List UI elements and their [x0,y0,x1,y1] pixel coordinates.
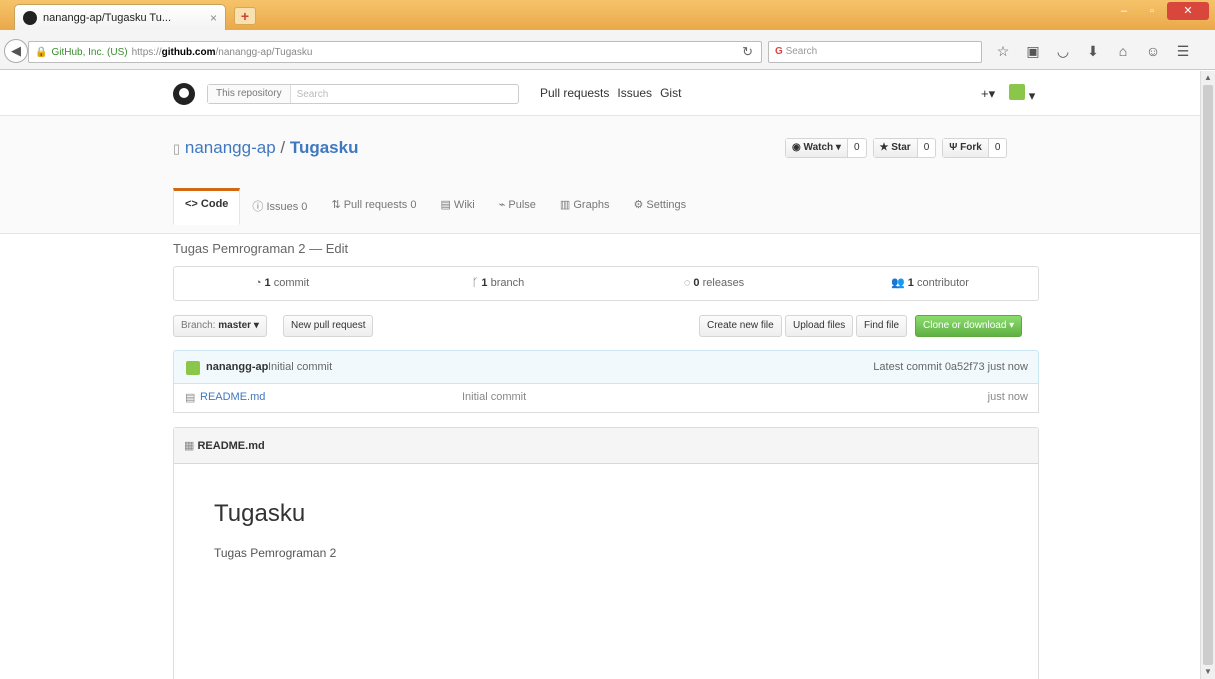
repo-header: ▯ nanangg-ap / Tugasku ◉ Watch ▾ 0 ★ Star… [0,116,1200,234]
create-new-button[interactable]: +▾ [981,86,995,102]
readme-title: Tugasku [214,500,306,527]
address-bar[interactable]: 🔒 GitHub, Inc. (US) https://github.com/n… [28,41,762,63]
file-age: just now [987,391,1028,403]
page-scrollbar[interactable]: ▲ ▼ [1200,71,1215,679]
tab-graphs[interactable]: ▥ Graphs [548,188,622,225]
user-menu: +▾ ▾ [981,84,1035,104]
branches-link[interactable]: ᚴ 1 branch [390,267,606,300]
nav-gist[interactable]: Gist [660,86,681,100]
pocket-icon[interactable]: ◡ [1054,42,1072,60]
minimize-button[interactable]: – [1111,2,1137,20]
repo-icon: ▯ [173,141,181,156]
star-count: 0 [923,142,930,153]
repo-nav: <> Code ⓘ Issues 0 ⇅ Pull requests 0 ▤ W… [173,188,698,225]
scroll-up-icon[interactable]: ▲ [1204,73,1212,82]
github-search-input[interactable]: This repository Search [207,84,519,104]
downloads-icon[interactable]: ⬇ [1084,42,1102,60]
fork-count: 0 [994,142,1001,153]
watch-button[interactable]: ◉ Watch ▾ 0 [785,138,867,158]
branch-icon: ᚴ [471,277,479,289]
clone-download-button[interactable]: Clone or download ▾ [915,315,1023,337]
back-arrow-icon: ◀ [11,43,21,58]
find-file-button[interactable]: Find file [856,315,908,337]
avatar-menu-button[interactable]: ▾ [1009,84,1035,104]
repo-owner-link[interactable]: nanangg-ap [185,138,276,157]
book-icon: ▦ [184,440,195,452]
menu-icon[interactable]: ☰ [1174,42,1192,60]
fork-button[interactable]: Ψ Fork 0 [942,138,1008,158]
numbers-summary: ◔ 1 commit ᚴ 1 branch ◌ 0 releases 👥 1 c… [173,266,1039,301]
tab-pulse[interactable]: ⌁ Pulse [487,188,548,225]
tab-wiki[interactable]: ▤ Wiki [428,188,486,225]
new-pull-request-button[interactable]: New pull request [283,315,374,337]
reload-icon[interactable]: ↻ [742,44,753,60]
repo-actions: ◉ Watch ▾ 0 ★ Star 0 Ψ Fork 0 [785,138,1008,158]
avatar [1009,84,1026,100]
repo-description: Tugas Pemrograman 2 — Edit [173,241,349,256]
lock-icon: 🔒 [35,46,48,58]
nav-pull-requests[interactable]: Pull requests [540,86,609,100]
navigation-toolbar: ◀ 🔒 GitHub, Inc. (US) https://github.com… [0,30,1215,70]
github-favicon-icon [23,10,37,25]
chat-icon[interactable]: ☺ [1144,42,1162,60]
toolbar-icons: ☆ ▣ ◡ ⬇ ⌂ ☺ ☰ [994,42,1192,60]
tab-issues[interactable]: ⓘ Issues 0 [240,188,319,225]
github-logo-icon[interactable] [173,83,195,105]
commit-tease: nanangg-ap Initial commit Latest commit … [173,350,1039,384]
tab-code[interactable]: <> Code [173,188,241,225]
window-controls: – ▫ ✕ [1111,2,1209,20]
header-nav: Pull requests Issues Gist [540,86,681,100]
commit-author-link[interactable]: nanangg-ap [206,361,268,373]
star-icon[interactable]: ☆ [994,42,1012,60]
github-header: This repository Search Pull requests Iss… [0,71,1200,116]
readme-text: Tugas Pemrograman 2 [214,546,337,560]
people-icon: 👥 [891,277,905,289]
browser-tab[interactable]: nanangg-ap/Tugasku Tu... × [14,4,226,30]
bookmarks-icon[interactable]: ▣ [1024,42,1042,60]
file-commit-message[interactable]: Initial commit [462,391,526,403]
file-row: ▤ README.md Initial commit just now [173,383,1039,413]
url-text: https://github.com/nanangg-ap/Tugasku [131,46,313,58]
repo-name-link[interactable]: Tugasku [290,138,359,157]
file-name-link[interactable]: README.md [200,391,265,403]
branch-select-button[interactable]: Branch: master ▾ [173,315,267,337]
releases-link[interactable]: ◌ 0 releases [606,267,822,300]
maximize-button[interactable]: ▫ [1139,2,1165,20]
contributors-link[interactable]: 👥 1 contributor [822,267,1038,300]
close-window-button[interactable]: ✕ [1167,2,1209,20]
commit-icon: ◔ [254,277,262,289]
search-engine-icon: G [775,46,783,57]
scrollbar-thumb[interactable] [1203,85,1213,665]
back-button[interactable]: ◀ [4,39,28,63]
scroll-down-icon[interactable]: ▼ [1204,667,1212,676]
commits-link[interactable]: ◔ 1 commit [174,267,390,300]
readme-header: ▦ README.md [174,428,1038,464]
page-content: This repository Search Pull requests Iss… [0,71,1200,679]
repo-title: ▯ nanangg-ap / Tugasku [173,138,359,157]
tab-pull-requests[interactable]: ⇅ Pull requests 0 [319,188,428,225]
nav-issues[interactable]: Issues [617,86,652,100]
readme-box: ▦ README.md Tugasku Tugas Pemrograman 2 [173,427,1039,679]
tag-icon: ◌ [683,277,691,289]
search-scope: This repository [208,85,291,103]
new-tab-button[interactable]: + [234,7,256,25]
upload-files-button[interactable]: Upload files [785,315,854,337]
tab-title: nanangg-ap/Tugasku Tu... [43,11,172,24]
title-bar: nanangg-ap/Tugasku Tu... × + – ▫ ✕ [0,0,1215,30]
file-navigation: Branch: master ▾ New pull request Create… [173,315,1039,339]
latest-commit-link[interactable]: Latest commit 0a52f73 just now [873,361,1028,373]
star-button[interactable]: ★ Star 0 [872,138,937,158]
browser-search-input[interactable]: G Search [768,41,982,63]
readme-body: Tugasku Tugas Pemrograman 2 [174,500,1038,560]
site-identity[interactable]: GitHub, Inc. (US) [51,47,127,58]
commit-message-link[interactable]: Initial commit [268,361,332,373]
create-new-file-button[interactable]: Create new file [699,315,782,337]
tab-settings[interactable]: ⚙ Settings [621,188,698,225]
home-icon[interactable]: ⌂ [1114,42,1132,60]
avatar [186,361,200,375]
tab-close-button[interactable]: × [210,11,217,25]
file-icon: ▤ [185,392,196,404]
watch-count: 0 [853,142,860,153]
